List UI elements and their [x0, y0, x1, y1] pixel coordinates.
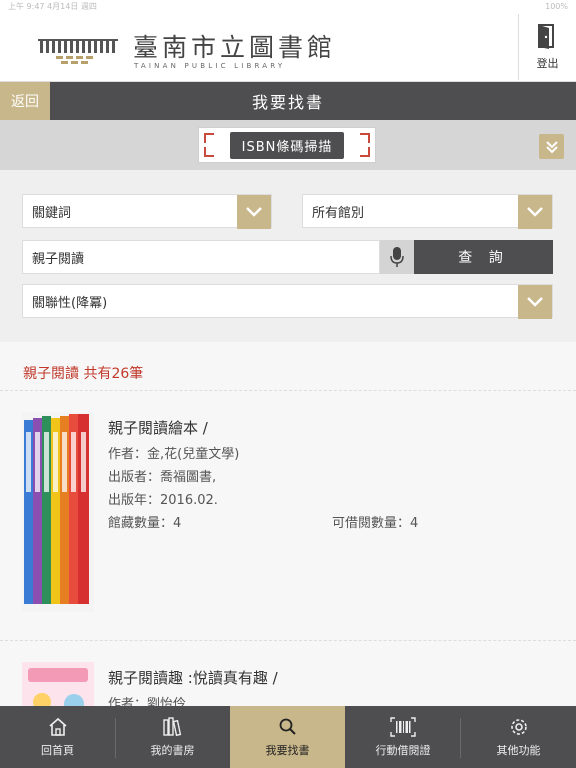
- nav-find-book-label: 我要找書: [265, 744, 310, 757]
- status-bar: 上午 9:47 4月14日 週四 100%: [0, 0, 576, 12]
- gear-icon: [509, 716, 529, 738]
- barcode-icon: [390, 716, 416, 738]
- book-cover-image[interactable]: [22, 662, 94, 706]
- title-bar: 我要找書 返回: [0, 82, 576, 120]
- isbn-scan-label: ISBN條碼掃描: [229, 131, 345, 159]
- library-name: 臺南市立圖書館: [133, 33, 337, 62]
- library-logo-icon: [38, 39, 118, 64]
- search-form: 關鍵詞 所有館別 查 詢 關聯性(降冪): [0, 170, 576, 342]
- page-title: 我要找書: [251, 93, 324, 112]
- book-title[interactable]: 親子閱讀繪本 /: [108, 417, 208, 438]
- scan-corner-icon: [204, 147, 214, 157]
- nav-other[interactable]: 其他功能: [461, 706, 576, 768]
- nav-find-book[interactable]: 我要找書: [230, 706, 345, 768]
- back-button[interactable]: 返回: [0, 82, 50, 120]
- book-cover-image[interactable]: [22, 412, 94, 612]
- nav-mobile-card-label: 行動借閱證: [375, 744, 431, 757]
- nav-home-label: 回首頁: [41, 744, 74, 757]
- branch-select[interactable]: 所有館別: [302, 194, 553, 229]
- sort-select[interactable]: 關聯性(降冪): [22, 284, 553, 319]
- nav-mobile-card[interactable]: 行動借閱證: [346, 706, 460, 768]
- book-holdings: 館藏數量：4: [108, 516, 182, 531]
- search-input[interactable]: [22, 240, 380, 274]
- double-chevron-down-icon: [545, 140, 558, 153]
- scan-corner-icon: [360, 147, 370, 157]
- status-time: 上午 9:47 4月14日 週四: [8, 1, 97, 11]
- isbn-scan-button[interactable]: ISBN條碼掃描: [198, 127, 376, 163]
- scan-corner-icon: [360, 133, 370, 143]
- nav-my-library[interactable]: 我的書房: [116, 706, 229, 768]
- scan-corner-icon: [204, 133, 214, 143]
- search-icon: [278, 716, 298, 738]
- search-field-value: 關鍵詞: [32, 205, 72, 221]
- book-available: 可借閱數量：4: [332, 516, 419, 531]
- results-list: 親子閱讀 共有26筆 親子閱讀繪本 / 作者：金,花(兒童文學) 出版者：喬福圖…: [0, 342, 576, 706]
- status-battery: 100%: [545, 1, 568, 11]
- book-item[interactable]: 親子閱讀趣 :悅讀真有趣 / 作者：劉怡伶: [0, 640, 576, 706]
- book-item[interactable]: 親子閱讀繪本 / 作者：金,花(兒童文學) 出版者：喬福圖書, 出版年：2016…: [0, 390, 576, 640]
- result-count: 親子閱讀 共有26筆: [23, 366, 144, 382]
- logout-label: 登出: [536, 57, 559, 70]
- branch-value: 所有館別: [312, 205, 365, 221]
- chevron-down-icon[interactable]: [518, 285, 552, 319]
- query-button[interactable]: 查 詢: [414, 240, 553, 274]
- nav-home[interactable]: 回首頁: [0, 706, 115, 768]
- search-field-select[interactable]: 關鍵詞: [22, 194, 272, 229]
- app-root: 上午 9:47 4月14日 週四 100% 臺南市立圖書館 TAINAN PUB…: [0, 0, 576, 768]
- library-name-en: TAINAN PUBLIC LIBRARY: [134, 62, 286, 70]
- bookshelf-icon: [162, 716, 184, 738]
- book-author: 作者：劉怡伶: [108, 697, 187, 706]
- book-publisher: 出版者：喬福圖書,: [108, 470, 217, 485]
- logout-button[interactable]: 登出: [518, 14, 576, 80]
- microphone-icon: [390, 247, 404, 267]
- book-title[interactable]: 親子閱讀趣 :悅讀真有趣 /: [108, 667, 278, 688]
- nav-other-label: 其他功能: [496, 744, 541, 757]
- book-author: 作者：金,花(兒童文學): [108, 447, 240, 462]
- isbn-scan-band: ISBN條碼掃描: [0, 120, 576, 170]
- app-header: 臺南市立圖書館 TAINAN PUBLIC LIBRARY 登出: [0, 12, 576, 82]
- chevron-down-icon[interactable]: [518, 195, 552, 229]
- sort-value: 關聯性(降冪): [32, 295, 108, 311]
- nav-my-library-label: 我的書房: [150, 744, 195, 757]
- chevron-down-icon[interactable]: [237, 195, 271, 229]
- voice-search-button[interactable]: [380, 240, 414, 274]
- book-year: 出版年：2016.02.: [108, 493, 218, 508]
- bottom-navigation: 回首頁 我的書房 我要找書 行動借閱證 其他功能: [0, 706, 576, 768]
- home-icon: [48, 716, 68, 738]
- logout-door-icon: [537, 24, 554, 49]
- expand-search-button[interactable]: [539, 134, 564, 159]
